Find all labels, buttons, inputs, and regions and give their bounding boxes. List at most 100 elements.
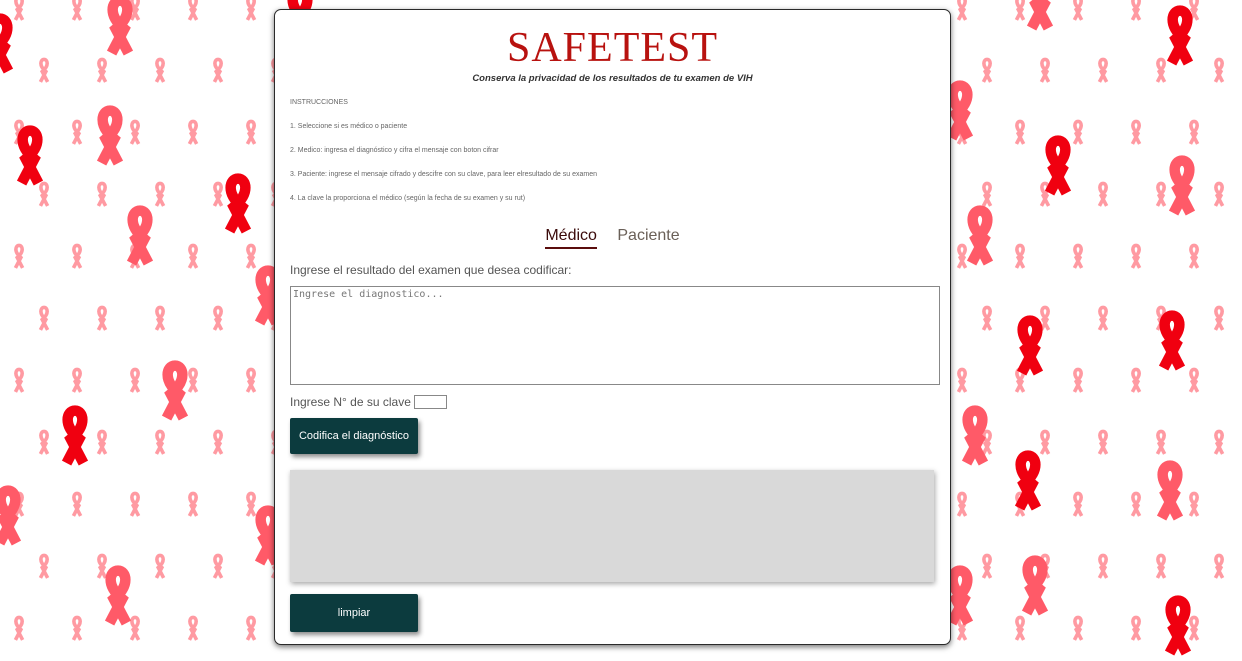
ribbon-icon — [1072, 243, 1084, 269]
ribbon-icon — [187, 367, 199, 393]
tab-medico[interactable]: Médico — [545, 227, 597, 249]
ribbon-icon — [129, 119, 141, 145]
output-box — [290, 470, 934, 582]
ribbon-icon — [245, 119, 257, 145]
ribbon-icon — [1072, 491, 1084, 517]
ribbon-icon — [187, 615, 199, 641]
ribbon-icon — [212, 181, 224, 207]
ribbon-icon — [1213, 181, 1225, 207]
ribbon-icon — [1014, 243, 1026, 269]
ribbon-icon — [71, 0, 83, 21]
ribbon-icon — [956, 0, 968, 21]
ribbon-icon — [129, 615, 141, 641]
ribbon-icon — [224, 173, 252, 234]
main-card: SAFETEST Conserva la privacidad de los r… — [274, 9, 951, 645]
ribbon-icon — [1155, 181, 1167, 207]
ribbon-icon — [212, 57, 224, 83]
ribbon-icon — [1014, 450, 1042, 511]
instruction-item: 4. La clave la proporciona el médico (se… — [290, 195, 526, 202]
ribbon-icon — [1188, 119, 1200, 145]
diagnosis-input[interactable] — [290, 286, 940, 385]
ribbon-icon — [245, 243, 257, 269]
ribbon-icon — [38, 305, 50, 331]
ribbon-icon — [0, 485, 22, 546]
ribbon-icon — [71, 367, 83, 393]
ribbon-icon — [956, 367, 968, 393]
key-input[interactable] — [413, 395, 447, 409]
ribbon-icon — [966, 205, 994, 266]
instructions-heading: INSTRUCCIONES — [290, 99, 348, 106]
ribbon-icon — [946, 80, 974, 141]
ribbon-icon — [1166, 5, 1194, 66]
ribbon-icon — [981, 429, 993, 455]
ribbon-icon — [1014, 0, 1026, 21]
ribbon-icon — [1155, 553, 1167, 579]
ribbon-icon — [1213, 305, 1225, 331]
ribbon-icon — [1016, 315, 1044, 376]
ribbon-icon — [1130, 491, 1142, 517]
ribbon-icon — [1097, 305, 1109, 331]
instruction-item: 3. Paciente: ingrese el mensaje cifrado … — [290, 171, 598, 178]
ribbon-icon — [956, 491, 968, 517]
ribbon-icon — [154, 429, 166, 455]
app-subtitle: Conserva la privacidad de los resultados… — [472, 73, 753, 84]
ribbon-icon — [126, 205, 154, 266]
ribbon-icon — [1097, 181, 1109, 207]
ribbon-icon — [1097, 553, 1109, 579]
ribbon-icon — [1072, 0, 1084, 21]
ribbon-icon — [961, 405, 989, 466]
ribbon-icon — [245, 615, 257, 641]
key-label: Ingrese N° de su clave — [290, 395, 411, 409]
ribbon-icon — [1155, 429, 1167, 455]
ribbon-icon — [154, 57, 166, 83]
ribbon-icon — [245, 367, 257, 393]
ribbon-icon — [96, 305, 108, 331]
ribbon-icon — [245, 491, 257, 517]
clear-button[interactable]: limpiar — [290, 594, 418, 632]
ribbon-icon — [1039, 305, 1051, 331]
instruction-item: 2. Medico: ingresa el diagnóstico y cifr… — [290, 147, 499, 154]
ribbon-icon — [1097, 429, 1109, 455]
ribbon-icon — [1072, 367, 1084, 393]
ribbon-icon — [212, 429, 224, 455]
ribbon-icon — [1213, 553, 1225, 579]
ribbon-icon — [956, 243, 968, 269]
ribbon-icon — [1130, 615, 1142, 641]
ribbon-icon — [1158, 310, 1186, 371]
ribbon-icon — [187, 491, 199, 517]
key-row: Ingrese N° de su clave — [290, 395, 447, 409]
ribbon-icon — [212, 553, 224, 579]
tab-paciente[interactable]: Paciente — [617, 227, 679, 247]
ribbon-icon — [1164, 595, 1192, 656]
role-tabs: Médico Paciente — [275, 227, 950, 249]
ribbon-icon — [1072, 615, 1084, 641]
diagnosis-prompt: Ingrese el resultado del examen que dese… — [290, 263, 572, 277]
ribbon-icon — [13, 0, 25, 21]
ribbon-icon — [981, 305, 993, 331]
ribbon-icon — [187, 0, 199, 21]
ribbon-icon — [154, 181, 166, 207]
ribbon-icon — [1188, 615, 1200, 641]
ribbon-icon — [13, 615, 25, 641]
ribbon-icon — [1130, 0, 1142, 21]
ribbon-icon — [96, 57, 108, 83]
ribbon-icon — [129, 367, 141, 393]
ribbon-icon — [71, 119, 83, 145]
ribbon-icon — [1188, 491, 1200, 517]
instruction-item: 1. Seleccione si es médico o paciente — [290, 123, 408, 130]
ribbon-icon — [38, 553, 50, 579]
ribbon-icon — [61, 405, 89, 466]
ribbon-icon — [1156, 460, 1184, 521]
ribbon-icon — [1188, 367, 1200, 393]
app-title: SAFETEST — [506, 25, 719, 71]
ribbon-icon — [946, 565, 974, 626]
ribbon-icon — [1130, 367, 1142, 393]
ribbon-icon — [1021, 555, 1049, 616]
encode-button[interactable]: Codifica el diagnóstico — [290, 418, 418, 454]
ribbon-icon — [1026, 0, 1054, 31]
ribbon-icon — [106, 0, 134, 56]
ribbon-icon — [1130, 243, 1142, 269]
ribbon-icon — [71, 243, 83, 269]
ribbon-icon — [981, 57, 993, 83]
ribbon-icon — [1168, 155, 1196, 216]
